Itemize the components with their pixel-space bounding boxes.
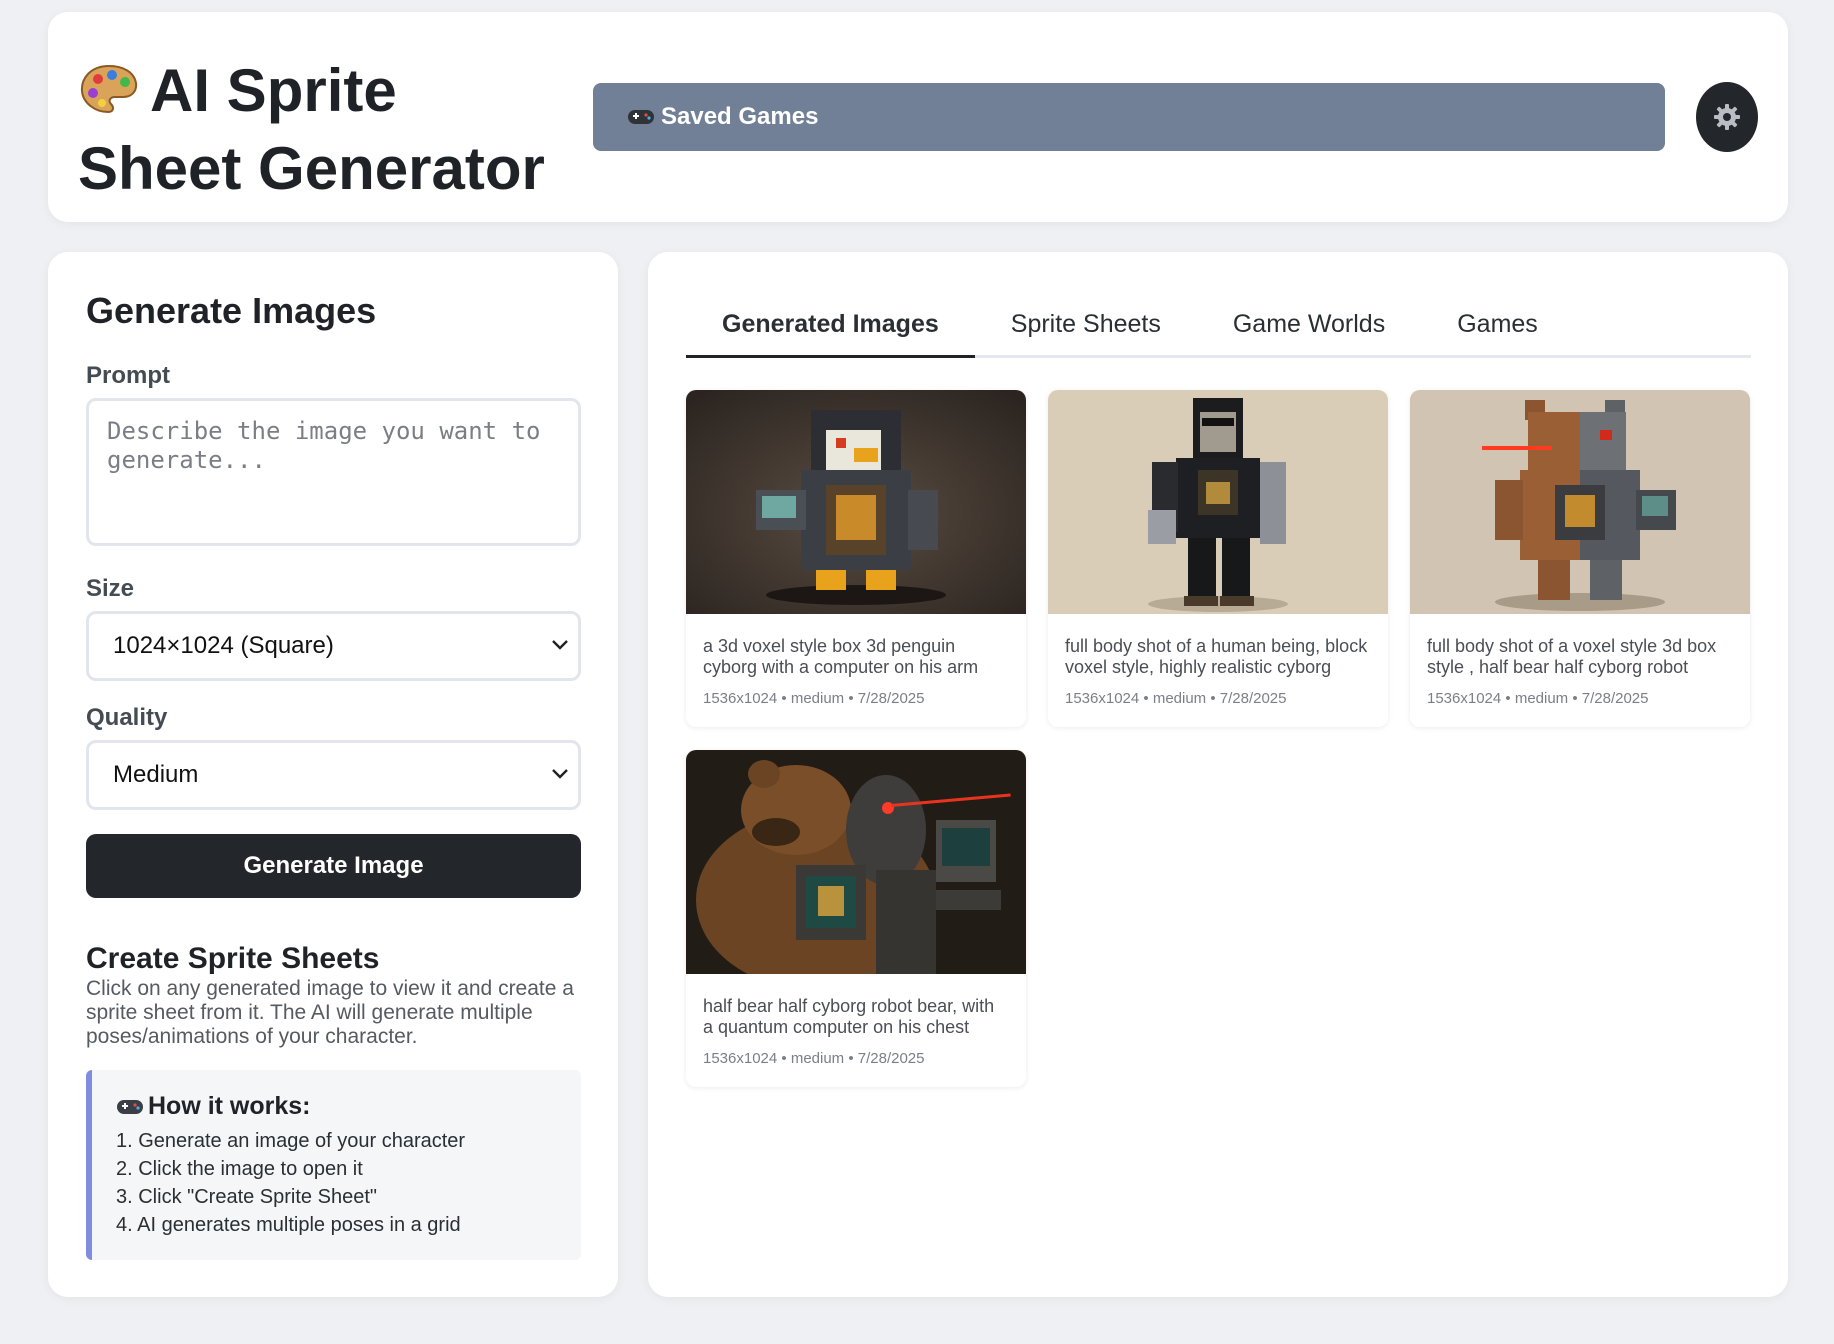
palette-icon xyxy=(80,64,138,114)
tab-generated-images[interactable]: Generated Images xyxy=(686,302,975,358)
image-meta: 1536x1024 • medium • 7/28/2025 xyxy=(703,690,925,707)
human-cyborg-thumbnail xyxy=(1048,390,1388,614)
app-header: AI Sprite Sheet Generator Saved Games xyxy=(48,12,1788,222)
settings-button[interactable] xyxy=(1696,82,1758,152)
app-title: AI Sprite Sheet Generator xyxy=(78,52,558,208)
chevron-down-icon xyxy=(552,769,568,779)
image-caption: full body shot of a voxel style 3d box s… xyxy=(1427,636,1717,677)
image-card[interactable]: full body shot of a human being, block v… xyxy=(1048,390,1388,727)
tab-game-worlds[interactable]: Game Worlds xyxy=(1197,302,1421,358)
generate-panel: Generate Images Prompt Size 1024×1024 (S… xyxy=(48,252,618,1297)
image-card[interactable]: half bear half cyborg robot bear, with a… xyxy=(686,750,1026,1087)
gamepad-icon xyxy=(117,1099,143,1114)
how-it-works-title-text: How it works: xyxy=(148,1092,311,1120)
size-select-value: 1024×1024 (Square) xyxy=(113,632,334,659)
create-sprite-sheets-description: Click on any generated image to view it … xyxy=(86,977,574,1048)
image-meta: 1536x1024 • medium • 7/28/2025 xyxy=(1427,690,1649,707)
how-step: 3. Click "Create Sprite Sheet" xyxy=(116,1186,377,1208)
saved-games-button[interactable]: Saved Games xyxy=(593,83,1665,151)
how-step: 2. Click the image to open it xyxy=(116,1158,363,1180)
image-meta: 1536x1024 • medium • 7/28/2025 xyxy=(703,1050,925,1067)
tab-sprite-sheets[interactable]: Sprite Sheets xyxy=(975,302,1197,358)
how-it-works-box: How it works: 1. Generate an image of yo… xyxy=(86,1070,581,1260)
quality-select[interactable]: Medium xyxy=(86,740,581,810)
how-step: 4. AI generates multiple poses in a grid xyxy=(116,1214,461,1236)
image-caption: half bear half cyborg robot bear, with a… xyxy=(703,996,995,1037)
bear-cyborg-voxel-thumbnail xyxy=(1410,390,1750,614)
how-step: 1. Generate an image of your character xyxy=(116,1130,466,1152)
saved-games-label: Saved Games xyxy=(661,103,819,130)
image-card[interactable]: full body shot of a voxel style 3d box s… xyxy=(1410,390,1750,727)
image-caption: a 3d voxel style box 3d penguin cyborg w… xyxy=(703,636,979,677)
prompt-input[interactable] xyxy=(86,398,581,546)
generate-image-button[interactable]: Generate Image xyxy=(86,834,581,898)
penguin-cyborg-thumbnail xyxy=(686,390,1026,614)
quality-label: Quality xyxy=(86,704,168,731)
chevron-down-icon xyxy=(552,640,568,650)
prompt-label: Prompt xyxy=(86,362,170,389)
gear-icon xyxy=(1714,104,1740,130)
gamepad-icon xyxy=(628,110,654,124)
image-meta: 1536x1024 • medium • 7/28/2025 xyxy=(1065,690,1287,707)
gallery-panel: Generated Images Sprite Sheets Game Worl… xyxy=(648,252,1788,1297)
bear-cyborg-robot-thumbnail xyxy=(686,750,1026,974)
size-select[interactable]: 1024×1024 (Square) xyxy=(86,611,581,681)
app-title-text: AI Sprite Sheet Generator xyxy=(78,57,545,202)
gallery-tabs: Generated Images Sprite Sheets Game Worl… xyxy=(686,302,1751,358)
quality-select-value: Medium xyxy=(113,761,199,788)
image-card[interactable]: a 3d voxel style box 3d penguin cyborg w… xyxy=(686,390,1026,727)
create-sprite-sheets-title: Create Sprite Sheets xyxy=(86,942,380,975)
how-it-works-title: How it works: xyxy=(116,1092,557,1121)
tab-games[interactable]: Games xyxy=(1421,302,1574,358)
image-caption: full body shot of a human being, block v… xyxy=(1065,636,1368,677)
generate-title: Generate Images xyxy=(86,290,377,331)
size-label: Size xyxy=(86,575,135,602)
